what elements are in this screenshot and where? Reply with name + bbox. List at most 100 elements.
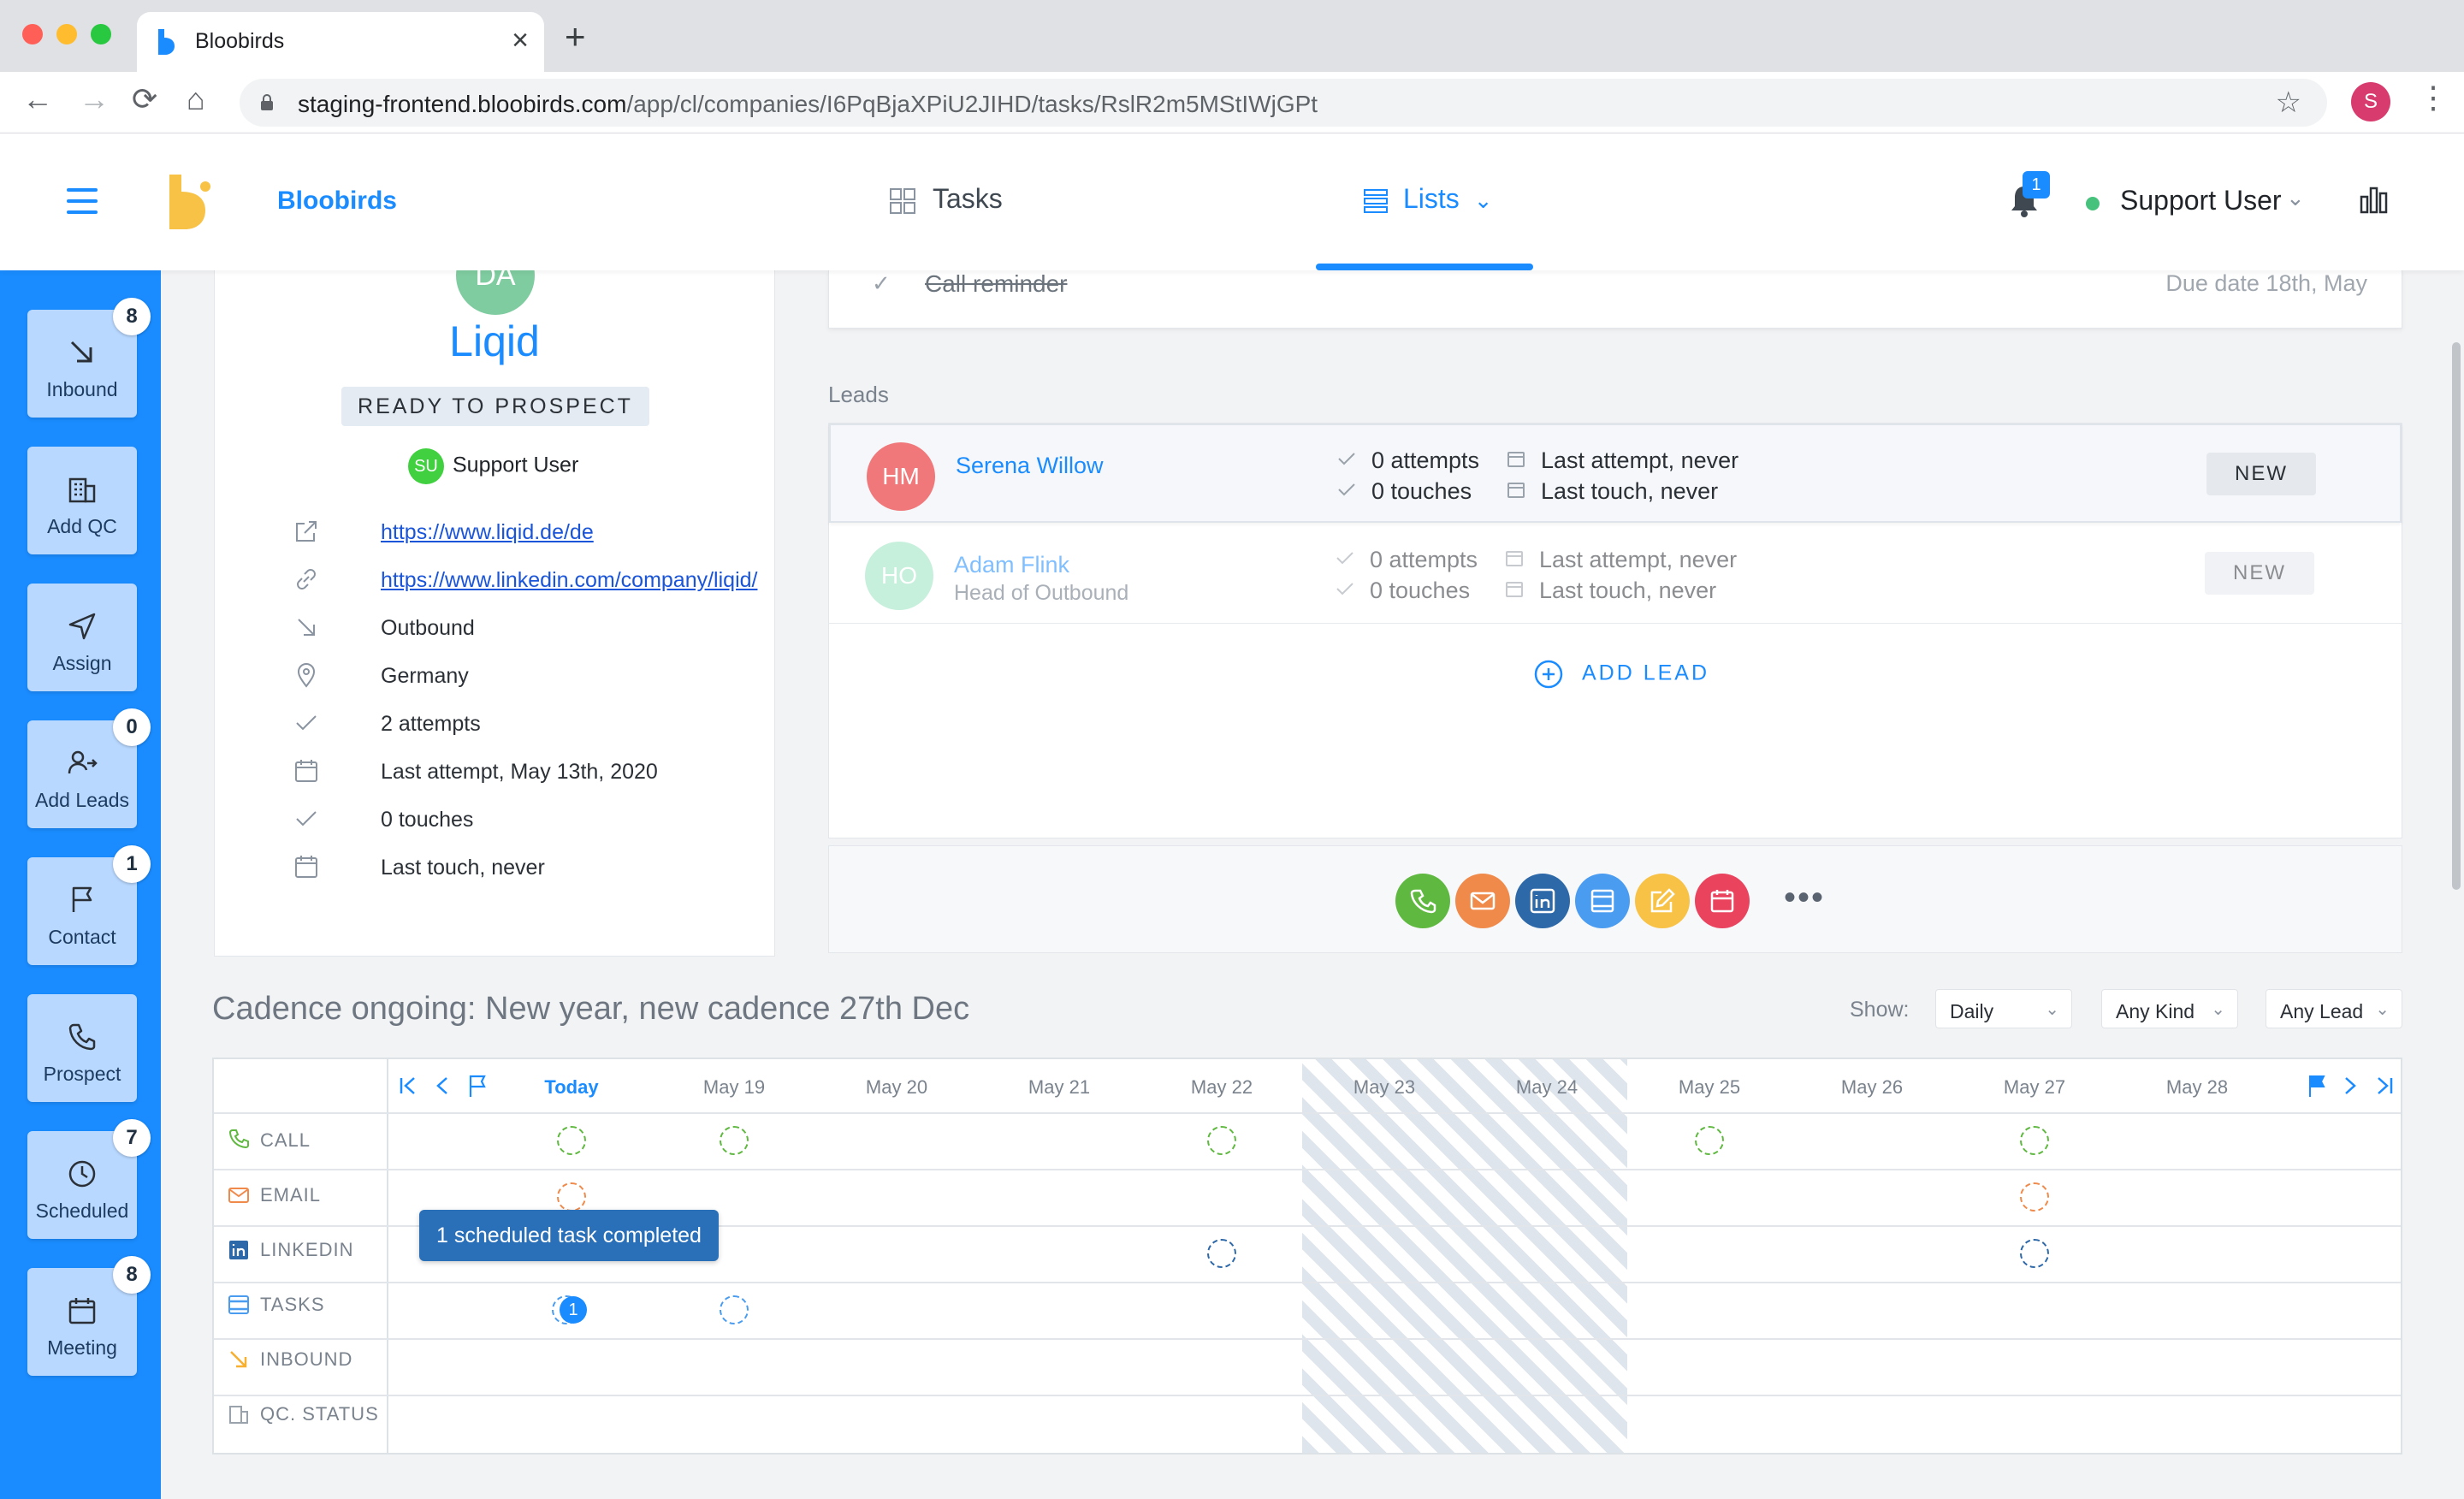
url-input[interactable]: staging-frontend.bloobirds.com/app/cl/co… (240, 79, 2327, 127)
sidebar-item-meeting[interactable]: Meeting 8 (27, 1256, 151, 1376)
call-button[interactable] (1395, 874, 1450, 928)
profile-avatar[interactable]: S (2351, 82, 2390, 121)
sidebar-item-scheduled[interactable]: Scheduled 7 (27, 1119, 151, 1239)
task-item[interactable]: ✓ Call reminder Due date 18th, May (828, 270, 2402, 329)
nav-lists[interactable]: Lists ⌄ (1364, 183, 1492, 215)
forward-button[interactable]: → (79, 84, 110, 115)
brand-name[interactable]: Bloobirds (277, 187, 397, 216)
linkedin-link[interactable]: https://www.linkedin.com/company/liqid/ (381, 568, 757, 592)
lead-row[interactable]: HO Adam Flink Head of Outbound 0 attempt… (829, 524, 2402, 624)
calendar-icon (1710, 890, 1734, 913)
type-label-qc-status: QC. STATUS (260, 1403, 379, 1425)
lead-attempts-text: 0 attempts (1370, 547, 1478, 572)
reload-button[interactable]: ⟳ (132, 84, 157, 115)
grid-icon (890, 187, 915, 214)
flag-end-icon[interactable] (2305, 1073, 2327, 1099)
leads-panel: HM Serena Willow 0 attempts 0 touches La… (828, 423, 2402, 838)
building-icon (68, 477, 96, 503)
period-select[interactable]: Daily ⌄ (1935, 989, 2072, 1028)
browser-tab[interactable]: Bloobirds × (137, 12, 544, 72)
sidebar-item-label: Add Leads (35, 789, 129, 811)
lead-select[interactable]: Any Lead ⌄ (2266, 989, 2402, 1028)
minimize-window-button[interactable] (56, 24, 77, 44)
lock-icon (261, 94, 273, 110)
hamburger-menu-icon[interactable] (67, 188, 98, 214)
company-owner[interactable]: SU Support User (408, 448, 578, 484)
new-tab-button[interactable]: + (565, 19, 586, 55)
tab-close-icon[interactable]: × (512, 26, 529, 55)
sidebar-item-contact[interactable]: Contact 1 (27, 845, 151, 965)
previous-page-icon[interactable] (431, 1073, 453, 1099)
email-button[interactable] (1455, 874, 1510, 928)
sidebar-item-inbound[interactable]: Inbound 8 (27, 298, 151, 418)
last-page-icon[interactable] (2373, 1073, 2396, 1099)
first-page-icon[interactable] (397, 1073, 419, 1099)
owner-avatar: SU (408, 448, 444, 484)
tooltip: 1 scheduled task completed (419, 1210, 719, 1261)
bookmark-star-icon[interactable]: ☆ (2276, 86, 2301, 120)
note-button[interactable] (1635, 874, 1690, 928)
task-count-badge[interactable]: 1 (560, 1296, 587, 1324)
call-activity-dot[interactable] (1695, 1126, 1724, 1155)
zoom-window-button[interactable] (91, 24, 111, 44)
location-pin-icon (297, 663, 316, 688)
task-activity-dot[interactable] (720, 1295, 749, 1324)
bar-chart-icon[interactable] (2360, 187, 2389, 214)
call-activity-dot[interactable] (1207, 1126, 1236, 1155)
browser-menu-icon[interactable]: ⋮ (2418, 82, 2449, 113)
sidebar-badge: 8 (113, 298, 151, 335)
email-activity-dot[interactable] (557, 1182, 586, 1212)
nav-tasks[interactable]: Tasks (890, 183, 1003, 215)
home-button[interactable]: ⌂ (187, 84, 205, 115)
type-label-tasks: TASKS (260, 1294, 325, 1315)
call-activity-dot[interactable] (557, 1126, 586, 1155)
company-name[interactable]: Liqid (215, 317, 774, 366)
call-activity-dot[interactable] (2020, 1126, 2049, 1155)
linkedin-button[interactable] (1515, 874, 1570, 928)
next-page-icon[interactable] (2339, 1073, 2361, 1099)
calendar-icon (1507, 483, 1525, 498)
call-activity-dot[interactable] (720, 1126, 749, 1155)
sidebar-item-add-qc[interactable]: Add QC (27, 447, 137, 554)
website-link[interactable]: https://www.liqid.de/de (381, 520, 594, 544)
sidebar-item-add-leads[interactable]: Add Leads 0 (27, 708, 151, 828)
weekend-hatch (1302, 1059, 1627, 1453)
company-status-badge[interactable]: READY TO PROSPECT (341, 387, 649, 426)
touches-text: 0 touches (381, 808, 474, 832)
lead-last-touch-text: Last touch, never (1541, 478, 1719, 504)
clock-icon (68, 1160, 96, 1188)
lead-row[interactable]: HM Serena Willow 0 attempts 0 touches La… (829, 424, 2402, 523)
user-chevron-icon[interactable]: ⌄ (2286, 185, 2305, 211)
kind-select[interactable]: Any Kind ⌄ (2101, 989, 2238, 1028)
sidebar-item-assign[interactable]: Assign (27, 584, 137, 691)
add-lead-button[interactable]: ADD LEAD (1534, 660, 1709, 689)
type-label-call: CALL (260, 1129, 311, 1151)
meeting-button[interactable] (1695, 874, 1750, 928)
email-activity-dot[interactable] (2020, 1182, 2049, 1212)
sidebar-badge: 1 (113, 845, 151, 883)
flag-start-icon[interactable] (465, 1073, 488, 1099)
linkedin-activity-dot[interactable] (1207, 1239, 1236, 1268)
calendar-icon (1506, 582, 1523, 597)
active-tab-indicator (1316, 264, 1533, 270)
lead-status-badge[interactable]: NEW (2205, 552, 2314, 595)
lead-name[interactable]: Serena Willow (956, 453, 1104, 479)
lead-name[interactable]: Adam Flink (954, 552, 1069, 578)
notification-badge: 1 (2023, 171, 2050, 198)
scrollbar[interactable] (2452, 342, 2461, 890)
linkedin-icon (1530, 888, 1555, 914)
check-icon[interactable]: ✓ (872, 270, 891, 297)
kind-select-value: Any Kind (2116, 1000, 2195, 1022)
task-button[interactable] (1575, 874, 1630, 928)
lead-touches-text: 0 touches (1371, 478, 1472, 504)
user-menu[interactable]: Support User (2120, 185, 2282, 216)
back-button[interactable]: ← (22, 84, 53, 115)
more-actions-icon[interactable]: ••• (1784, 879, 1825, 917)
linkedin-activity-dot[interactable] (2020, 1239, 2049, 1268)
lead-status-badge[interactable]: NEW (2206, 453, 2316, 495)
sidebar-item-prospect[interactable]: Prospect (27, 994, 137, 1102)
close-window-button[interactable] (22, 24, 43, 44)
building-icon (229, 1406, 248, 1424)
tab-title: Bloobirds (195, 29, 285, 53)
lead-last-attempt-text: Last attempt, never (1541, 447, 1739, 473)
